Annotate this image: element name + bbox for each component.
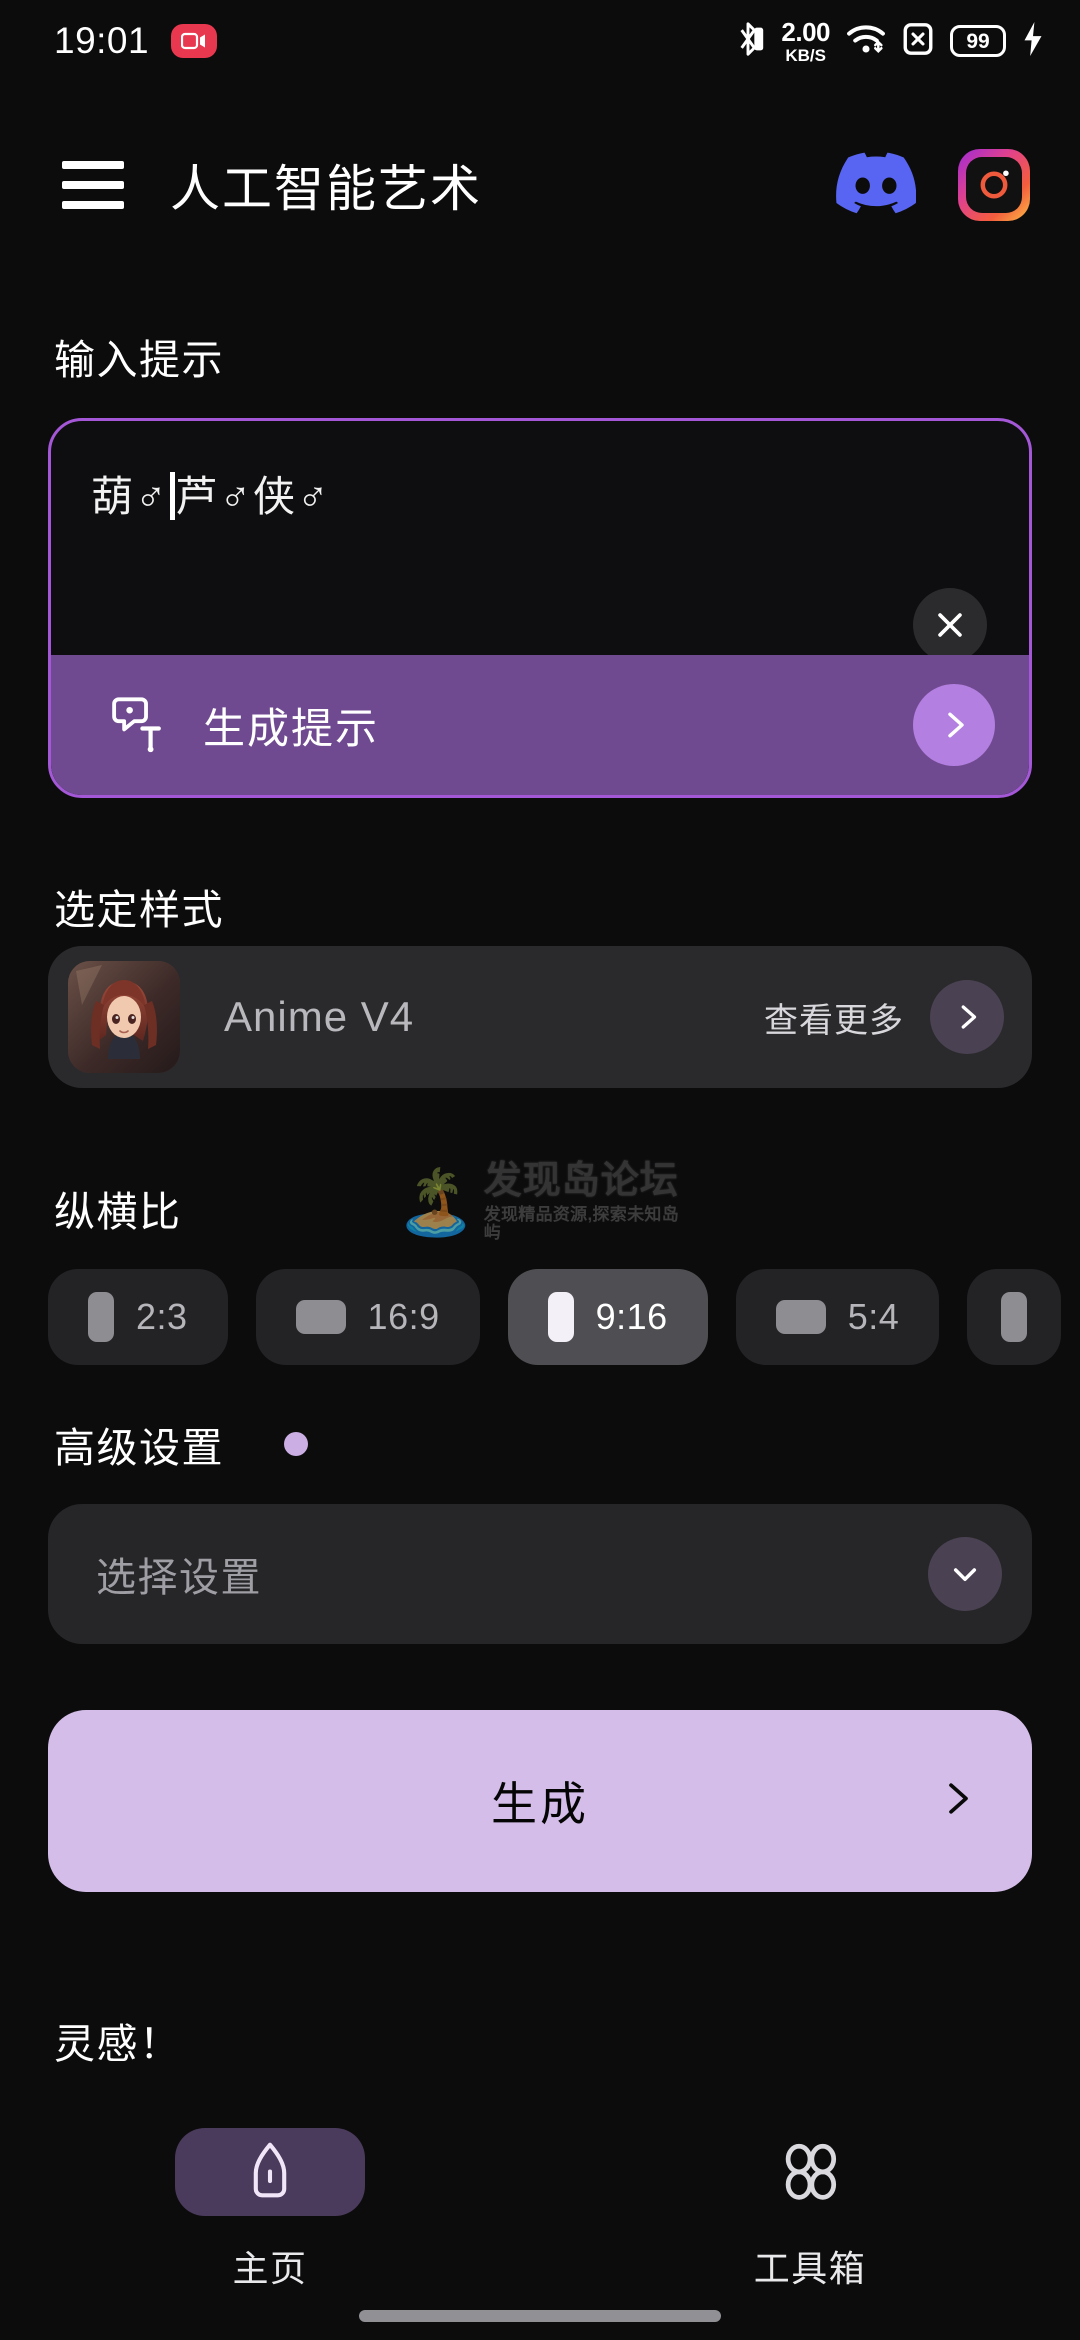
prompt-text-after: 芦♂侠♂ — [175, 473, 331, 520]
settings-select[interactable]: 选择设置 — [48, 1504, 1032, 1644]
status-badge — [284, 1432, 308, 1456]
battery-level: 99 — [966, 29, 990, 53]
chevron-down-icon[interactable] — [928, 1537, 1002, 1611]
generate-prompt-label: 生成提示 — [203, 704, 380, 752]
hamburger-menu-icon[interactable] — [62, 161, 124, 209]
forum-watermark: 🏝️ 发现岛论坛 发现精品资源,探索未知岛屿 — [396, 1148, 696, 1256]
gesture-bar — [359, 2310, 721, 2322]
nav-item-home[interactable]: 主页 — [0, 2128, 540, 2292]
anime-style-thumbnail — [68, 961, 180, 1073]
watermark-title: 发现岛论坛 — [483, 1160, 679, 1203]
prompt-text: 葫♂ 芦♂侠♂ — [91, 463, 989, 524]
generate-button[interactable]: 生成 — [48, 1710, 1032, 1892]
sim-no-service-icon — [902, 22, 934, 61]
aspect-section-label: 纵横比 — [54, 1189, 182, 1235]
aspect-chip-5-4[interactable]: 5:4 — [735, 1269, 940, 1365]
aspect-ratio-icon — [775, 1300, 826, 1334]
nav-item-toolbox[interactable]: 工具箱 — [540, 2128, 1080, 2292]
network-speed-unit: KB/S — [785, 45, 826, 65]
prompt-input[interactable]: 葫♂ 芦♂侠♂ — [51, 421, 1029, 662]
aspect-chip-2-3[interactable]: 2:3 — [48, 1269, 228, 1365]
nav-home-pill — [175, 2128, 365, 2216]
generate-prompt-button[interactable]: 生成提示 — [51, 655, 1029, 795]
magic-text-icon — [105, 692, 167, 759]
app-bar: 人工智能艺术 — [0, 130, 1080, 240]
selected-style-name: Anime V4 — [224, 993, 415, 1040]
discord-icon[interactable] — [836, 152, 917, 219]
selected-style-card[interactable]: Anime V4 查看更多 — [48, 946, 1032, 1088]
view-more-label[interactable]: 查看更多 — [764, 993, 904, 1042]
status-time: 19:01 — [54, 20, 150, 61]
aspect-ratio-icon — [1001, 1292, 1028, 1342]
text-caret — [169, 472, 175, 520]
watermark-texts: 发现岛论坛 发现精品资源,探索未知岛屿 — [483, 1160, 696, 1242]
nav-home-label: 主页 — [232, 2248, 308, 2289]
aspect-chip-label: 9:16 — [595, 1296, 668, 1337]
style-section-label: 选定样式 — [54, 887, 224, 933]
aspect-chip-label: 16:9 — [367, 1296, 440, 1337]
bottom-navigation: 主页 工具箱 — [0, 2110, 1080, 2340]
instagram-icon[interactable] — [958, 149, 1030, 221]
home-icon — [242, 2140, 298, 2205]
aspect-ratio-icon — [547, 1292, 574, 1342]
aspect-chip-more[interactable] — [967, 1269, 1062, 1365]
advanced-section-label: 高级设置 — [54, 1425, 224, 1471]
settings-select-placeholder: 选择设置 — [96, 1556, 262, 1600]
status-bar: 19:01 2.00 KB/S 99 — [0, 0, 1080, 82]
charging-bolt-icon — [1022, 21, 1044, 61]
bluetooth-icon — [731, 20, 765, 63]
aspect-ratio-icon — [295, 1300, 346, 1334]
battery-indicator: 99 — [950, 25, 1006, 57]
prompt-section-label: 输入提示 — [54, 337, 224, 383]
palm-island-icon: 🏝️ — [396, 1166, 476, 1238]
status-bar-right: 2.00 KB/S 99 — [731, 19, 1044, 64]
network-speed-indicator: 2.00 KB/S — [781, 19, 830, 64]
close-icon[interactable] — [913, 588, 987, 662]
status-bar-left: 19:01 — [54, 20, 218, 62]
prompt-card: 葫♂ 芦♂侠♂ 生成提示 — [48, 418, 1032, 798]
social-links — [836, 149, 1030, 221]
wifi-icon — [846, 22, 886, 61]
generate-button-label: 生成 — [491, 1778, 589, 1830]
chevron-right-icon[interactable] — [913, 684, 995, 766]
chevron-right-icon[interactable] — [930, 980, 1004, 1054]
watermark-subtitle: 发现精品资源,探索未知岛屿 — [483, 1205, 680, 1242]
prompt-text-before: 葫♂ — [91, 473, 169, 520]
chevron-right-icon — [936, 1779, 976, 1824]
aspect-chip-16-9[interactable]: 16:9 — [255, 1269, 480, 1365]
inspiration-label: 灵感！ — [54, 2021, 182, 2067]
aspect-chip-9-16[interactable]: 9:16 — [507, 1269, 708, 1365]
network-speed-value: 2.00 — [781, 16, 830, 47]
screen-record-icon — [171, 24, 218, 58]
nav-toolbox-pill — [715, 2128, 905, 2216]
aspect-chip-label: 5:4 — [847, 1296, 900, 1337]
page-title: 人工智能艺术 — [170, 161, 482, 217]
aspect-ratio-chips[interactable]: 2:3 16:9 9:16 5:4 — [48, 1262, 1080, 1372]
nav-toolbox-label: 工具箱 — [753, 2248, 867, 2289]
aspect-ratio-icon — [88, 1292, 114, 1342]
toolbox-grid-icon — [779, 2139, 841, 2206]
aspect-chip-label: 2:3 — [136, 1296, 188, 1337]
